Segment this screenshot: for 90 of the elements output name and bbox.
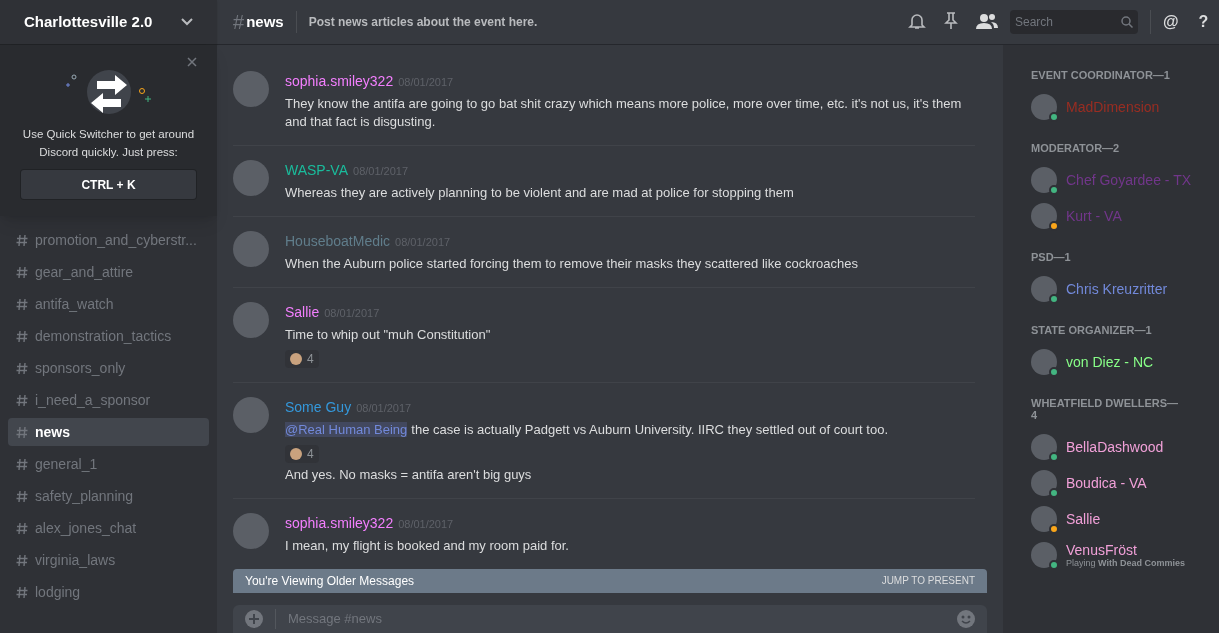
- hash-icon: #: [233, 7, 245, 37]
- username[interactable]: sophia.smiley322: [285, 71, 394, 92]
- username[interactable]: sophia.smiley322: [285, 513, 394, 534]
- older-messages-notice: You're Viewing Older Messages: [245, 572, 415, 590]
- message-text: When the Auburn police started forcing them to remove their masks they scattered like cockroaches: [285, 255, 858, 273]
- hash-icon: [16, 457, 28, 471]
- channel-item[interactable]: news: [8, 418, 209, 446]
- message-text: I mean, my flight is booked and my room paid for.: [285, 537, 569, 555]
- username[interactable]: Some Guy: [285, 397, 352, 418]
- reaction[interactable]: 4: [285, 350, 319, 368]
- channel-item[interactable]: promotion_and_cyberstr...: [8, 226, 209, 254]
- hash-icon: [16, 489, 28, 503]
- jump-to-present-link[interactable]: JUMP TO PRESENT: [881, 573, 975, 589]
- member-name: VenusFröst: [1066, 541, 1138, 558]
- hash-icon: [16, 425, 28, 439]
- hash-icon: [16, 521, 28, 535]
- emoji-icon[interactable]: [957, 609, 975, 628]
- username[interactable]: Sallie: [285, 302, 320, 323]
- role-heading: PSD—1: [1031, 251, 1072, 263]
- pin-icon[interactable]: [944, 12, 958, 30]
- hash-icon: [16, 585, 28, 599]
- username[interactable]: WASP-VA: [285, 160, 348, 181]
- channel-item[interactable]: virginia_laws: [8, 546, 209, 574]
- avatar[interactable]: [233, 302, 269, 338]
- bell-icon[interactable]: [908, 12, 926, 30]
- member-item[interactable]: Chris Kreuzritter: [1031, 271, 1211, 307]
- username[interactable]: HouseboatMedic: [285, 231, 391, 252]
- avatar[interactable]: [233, 160, 269, 196]
- message-text: They know the antifa are going to go bat shit crazy which means more police, more over time, etc. it's not us, it's them and that fact is disgusting.: [285, 95, 963, 131]
- member-item[interactable]: BellaDashwood: [1031, 429, 1211, 465]
- member-name: Boudica - VA: [1066, 475, 1147, 491]
- channel-item[interactable]: alex_jones_chat: [8, 514, 209, 542]
- message-text: Time to whip out "muh Constitution": [285, 326, 491, 344]
- channel-item[interactable]: safety_planning: [8, 482, 209, 510]
- hash-icon: [16, 393, 28, 407]
- channel-item[interactable]: demonstration_tactics: [8, 322, 209, 350]
- role-heading: WHEATFIELD DWELLERS—4: [1031, 397, 1180, 421]
- hash-icon: [16, 265, 28, 279]
- member-item[interactable]: VenusFröst Playing With Dead Commies: [1031, 537, 1211, 573]
- channel-title: news: [246, 10, 297, 34]
- hash-icon: [16, 361, 28, 375]
- role-heading: MODERATOR—2: [1031, 142, 1121, 154]
- role-heading: STATE ORGANIZER—1: [1031, 324, 1153, 336]
- close-icon[interactable]: [187, 57, 197, 67]
- channel-item[interactable]: lodging: [8, 578, 209, 606]
- quick-switcher-hint: Use Quick Switcher to get around Discord quickly. Just press:: [21, 127, 196, 160]
- channel-item[interactable]: antifa_watch: [8, 290, 209, 318]
- channel-item[interactable]: general_1: [8, 450, 209, 478]
- message-text: Whereas they are actively planning to be violent and are mad at police for stopping them: [285, 184, 794, 202]
- member-item[interactable]: MadDimension: [1031, 89, 1211, 125]
- members-icon[interactable]: [976, 13, 998, 29]
- member-activity: Playing With Dead Commies: [1066, 557, 1185, 569]
- help-button[interactable]: ?: [1198, 10, 1209, 34]
- member-name: Chef Goyardee - TX: [1066, 172, 1192, 188]
- member-name: BellaDashwood: [1066, 439, 1164, 455]
- switch-arrows-icon: [63, 67, 154, 117]
- emoji-icon: [290, 448, 302, 460]
- avatar[interactable]: [233, 397, 269, 433]
- message-text: @Real Human Being the case is actually Padgett vs Auburn University. IIRC they settled out of court too.: [285, 421, 888, 439]
- member-item[interactable]: von Diez - NC: [1031, 344, 1211, 380]
- hash-icon: [16, 553, 28, 567]
- avatar[interactable]: [233, 71, 269, 107]
- member-item[interactable]: Sallie: [1031, 501, 1211, 537]
- add-icon[interactable]: [245, 609, 263, 628]
- keyboard-shortcut: CTRL + K: [20, 169, 197, 200]
- reaction[interactable]: 4: [285, 445, 319, 463]
- user-mention[interactable]: @Real Human Being: [285, 422, 408, 437]
- search-field[interactable]: Search: [1010, 10, 1138, 34]
- avatar[interactable]: [233, 513, 269, 549]
- emoji-icon: [290, 353, 302, 365]
- role-heading: EVENT COORDINATOR—1: [1031, 69, 1171, 81]
- member-name: Sallie: [1066, 511, 1101, 527]
- hash-icon: [16, 329, 28, 343]
- member-name: Kurt - VA: [1066, 208, 1122, 224]
- server-name: Charlottesville 2.0: [24, 11, 153, 32]
- mentions-button[interactable]: @: [1150, 10, 1179, 34]
- channel-item[interactable]: gear_and_attire: [8, 258, 209, 286]
- chevron-down-icon: [181, 18, 193, 26]
- hash-icon: [16, 233, 28, 247]
- channel-topic: Post news articles about the event here.: [308, 14, 538, 31]
- search-icon: [1121, 16, 1133, 28]
- hash-icon: [16, 297, 28, 311]
- member-name: Chris Kreuzritter: [1066, 281, 1168, 297]
- member-name: MadDimension: [1066, 99, 1160, 115]
- member-item[interactable]: Boudica - VA: [1031, 465, 1211, 501]
- message-text: And yes. No masks = antifa aren't big guys: [285, 466, 533, 484]
- member-name: von Diez - NC: [1066, 354, 1154, 370]
- avatar[interactable]: [233, 231, 269, 267]
- channel-item[interactable]: i_need_a_sponsor: [8, 386, 209, 414]
- channel-item[interactable]: sponsors_only: [8, 354, 209, 382]
